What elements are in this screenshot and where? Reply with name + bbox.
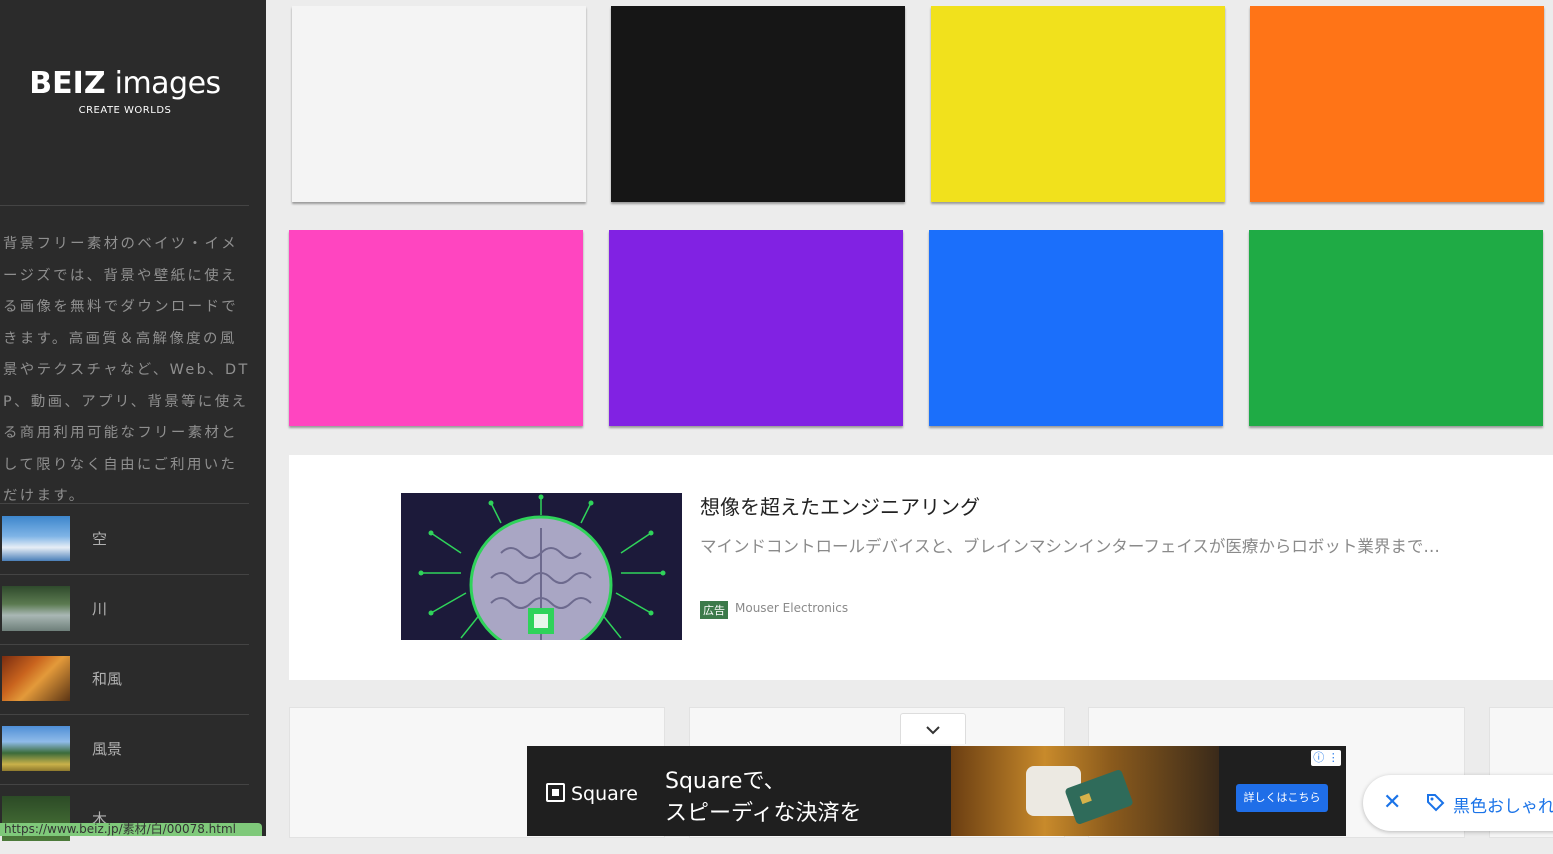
category-label: 風景 bbox=[92, 740, 123, 758]
category-thumbnail bbox=[2, 516, 70, 561]
close-icon[interactable]: ✕ bbox=[1383, 790, 1401, 815]
logo-brand: BEIZ images bbox=[29, 66, 221, 101]
square-logo-icon bbox=[546, 783, 565, 802]
ad-description: マインドコントロールデバイスと、ブレインマシンインターフェイスが医療からロボット… bbox=[700, 537, 1440, 556]
texture-tile-orange[interactable] bbox=[1250, 6, 1544, 202]
ad-headline: Squareで、 スピーディな決済を bbox=[665, 769, 862, 826]
ad-info-icon[interactable]: ⓘ ⋮ bbox=[1311, 750, 1341, 766]
ad-title[interactable]: 想像を超えたエンジニアリング bbox=[700, 491, 980, 520]
category-thumbnail bbox=[2, 586, 70, 631]
bottom-banner-ad[interactable]: Square Squareで、 スピーディな決済を 詳しくはこちら ⓘ ⋮ bbox=[527, 746, 1346, 836]
tag-icon bbox=[1427, 794, 1445, 812]
category-item-japanese[interactable]: 和風 bbox=[0, 644, 249, 715]
suggestion-text: 黒色おしゃれ bbox=[1453, 797, 1553, 817]
texture-tile-yellow[interactable] bbox=[931, 6, 1225, 202]
category-item-scenery[interactable]: 風景 bbox=[0, 714, 249, 785]
ad-brand: Square bbox=[546, 783, 638, 805]
category-label: 和風 bbox=[92, 670, 123, 688]
category-item-river[interactable]: 川 bbox=[0, 574, 249, 645]
category-item-tree[interactable]: 木 bbox=[0, 784, 249, 854]
texture-tile-green[interactable] bbox=[1249, 230, 1543, 426]
texture-tile-white[interactable] bbox=[292, 6, 586, 202]
divider bbox=[0, 205, 249, 206]
category-thumbnail bbox=[2, 656, 70, 701]
chevron-down-icon bbox=[926, 726, 940, 735]
category-thumbnail bbox=[2, 726, 70, 771]
texture-tile-black[interactable] bbox=[611, 6, 905, 202]
ad-image[interactable] bbox=[401, 493, 682, 640]
site-description: 背景フリー素材のベイツ・イメージズでは、背景や壁紙に使える画像を無料でダウンロー… bbox=[3, 236, 250, 504]
ad-photo bbox=[951, 746, 1219, 836]
texture-tile-pink[interactable] bbox=[289, 230, 583, 426]
logo-tagline: CREATE WORLDS bbox=[78, 105, 172, 116]
category-item-sky[interactable]: 空 bbox=[0, 504, 249, 575]
texture-tile-purple[interactable] bbox=[609, 230, 903, 426]
search-suggestion-pill[interactable]: ✕ 黒色おしゃれ bbox=[1363, 775, 1553, 831]
sidebar: BEIZ images CREATE WORLDS 背景フリー素材のベイツ・イメ… bbox=[0, 0, 266, 841]
ad-badge: 広告 bbox=[700, 601, 728, 619]
ad-cta-button[interactable]: 詳しくはこちら bbox=[1236, 784, 1328, 812]
category-label: 川 bbox=[92, 600, 108, 618]
texture-tile-blue[interactable] bbox=[929, 230, 1223, 426]
category-label: 空 bbox=[92, 530, 108, 548]
status-bar-url: https://www.beiz.jp/素材/白/00078.html bbox=[0, 823, 262, 836]
ad-collapse-button[interactable] bbox=[900, 713, 966, 744]
native-ad-card[interactable]: 想像を超えたエンジニアリング マインドコントロールデバイスと、ブレインマシンイン… bbox=[289, 455, 1553, 680]
ad-source: Mouser Electronics bbox=[735, 601, 849, 615]
site-logo[interactable]: BEIZ images CREATE WORLDS bbox=[0, 66, 250, 116]
